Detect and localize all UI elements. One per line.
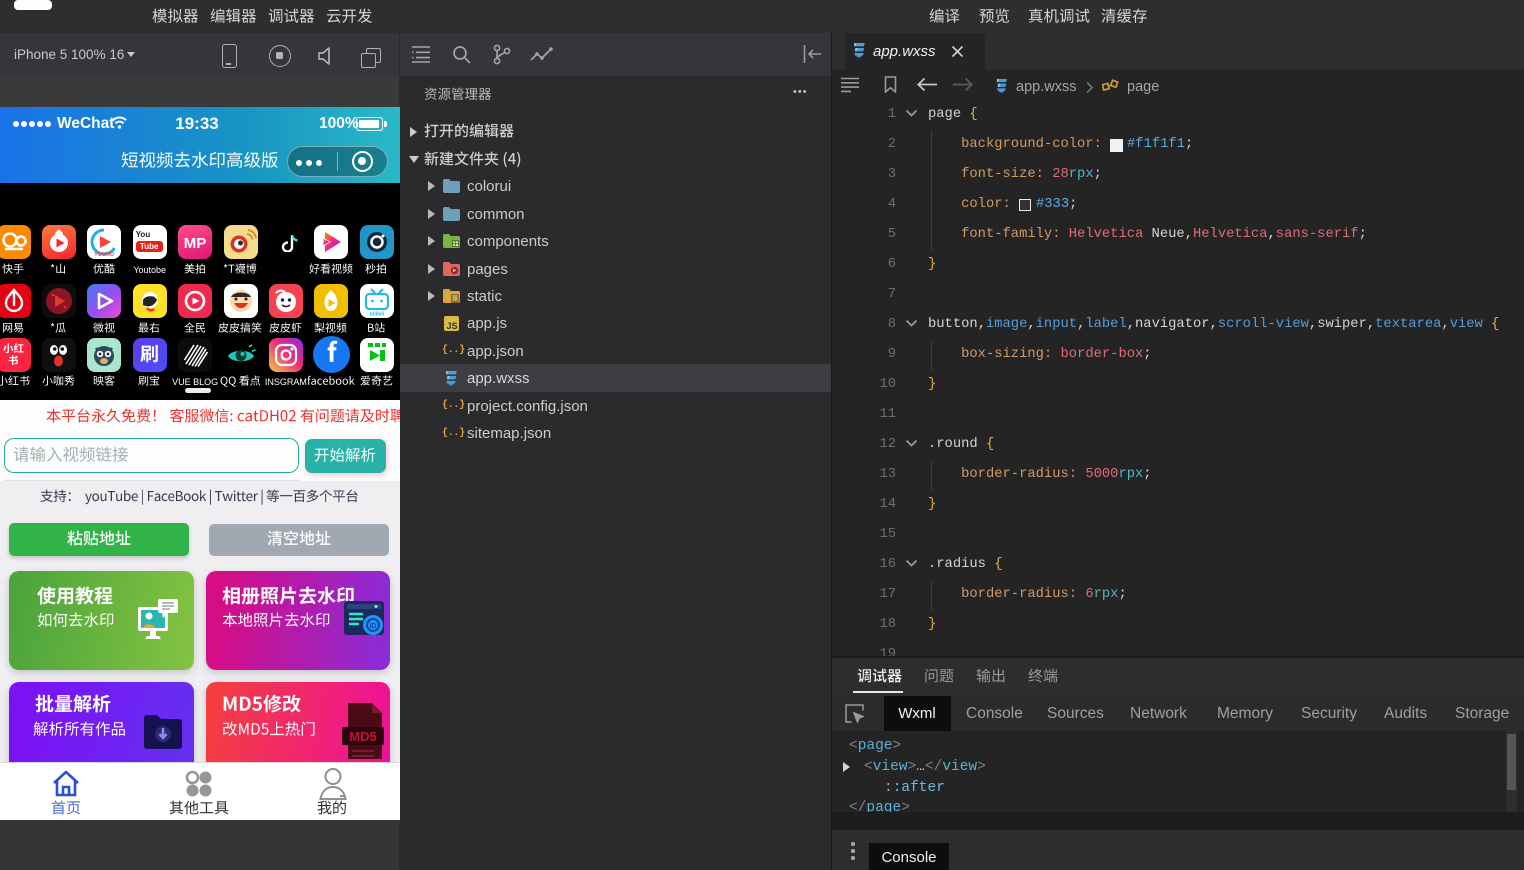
- svg-text:MD5: MD5: [349, 729, 376, 744]
- svg-text:MP: MP: [184, 235, 207, 252]
- svg-text:YOUKU: YOUKU: [94, 252, 114, 258]
- svg-text:ID: ID: [370, 623, 377, 630]
- svg-text:bilibili: bilibili: [369, 312, 384, 318]
